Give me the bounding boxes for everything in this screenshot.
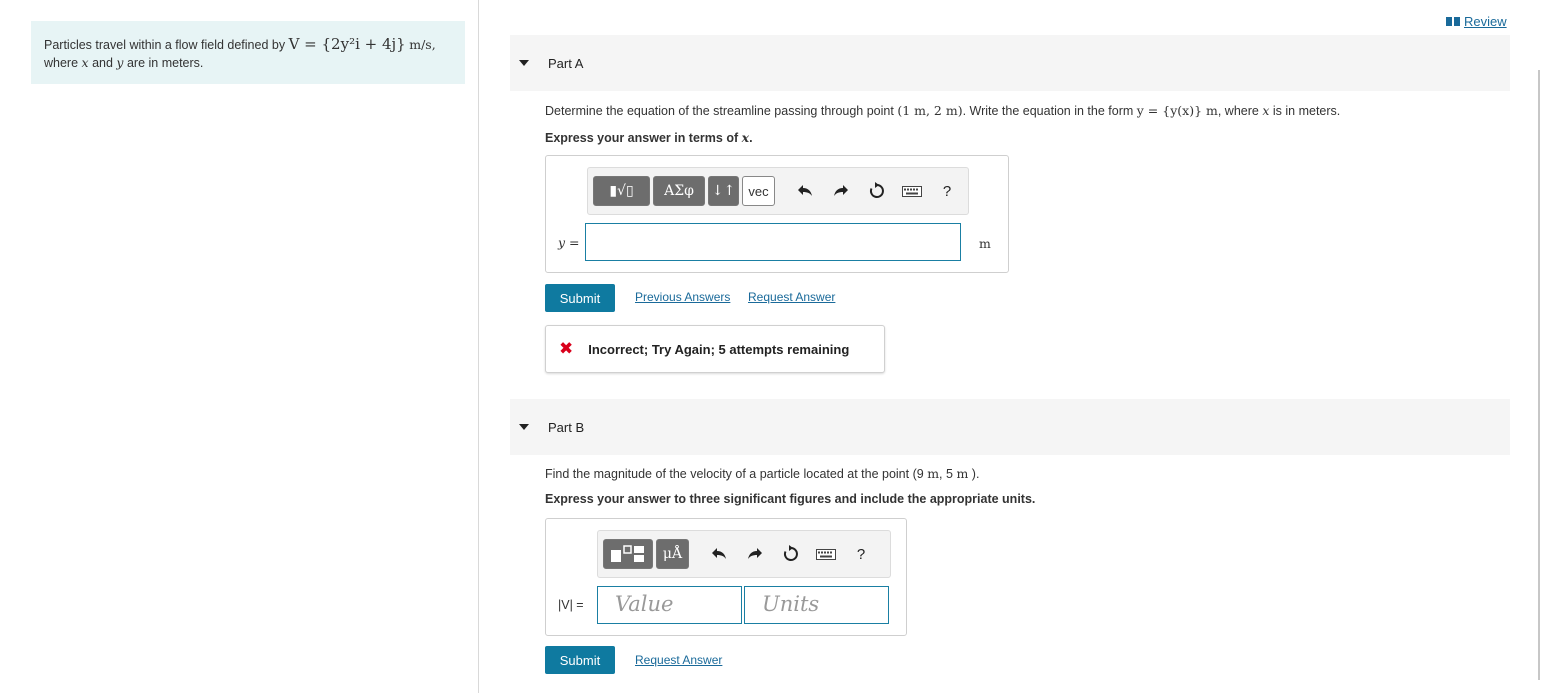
part-a-header[interactable]: Part A xyxy=(510,35,1510,91)
review-link[interactable]: Review xyxy=(1446,14,1507,29)
templates-button[interactable] xyxy=(603,539,653,569)
reset-icon[interactable] xyxy=(864,178,890,204)
panel-divider xyxy=(478,0,479,693)
previous-answers-link[interactable]: Previous Answers xyxy=(635,290,730,304)
part-a-question: Determine the equation of the streamline… xyxy=(545,103,1340,118)
review-label[interactable]: Review xyxy=(1464,14,1507,29)
part-a-instruction-pre: Express your answer in terms of xyxy=(545,131,739,145)
reset-icon[interactable] xyxy=(778,541,804,567)
redo-icon[interactable] xyxy=(742,541,768,567)
part-a-title: Part A xyxy=(548,55,584,71)
part-b-answer-box: μÅ ? |V| = Value Units xyxy=(545,518,907,636)
feedback-text: Incorrect; Try Again; 5 attempts remaini… xyxy=(588,341,850,357)
keyboard-icon[interactable] xyxy=(814,541,838,567)
caret-down-icon[interactable] xyxy=(519,424,529,430)
greek-button[interactable]: ΑΣφ xyxy=(653,176,705,206)
error-x-icon: ✖ xyxy=(559,339,574,359)
part-b-unit-2: m xyxy=(956,466,969,481)
units-placeholder: Units xyxy=(762,592,820,616)
part-b-request-answer-link[interactable]: Request Answer xyxy=(635,653,722,667)
part-b-title: Part B xyxy=(548,419,585,435)
problem-where: where xyxy=(44,56,79,70)
part-a-request-answer-link[interactable]: Request Answer xyxy=(748,290,835,304)
part-a-question-mid: . Write the equation in the form xyxy=(962,104,1134,118)
redo-icon[interactable] xyxy=(828,178,854,204)
part-a-answer-input[interactable] xyxy=(585,223,961,261)
book-icon xyxy=(1446,17,1460,26)
value-placeholder: Value xyxy=(615,592,674,616)
units-input[interactable]: Units xyxy=(744,586,889,624)
problem-var-x: x xyxy=(81,55,89,70)
part-a-instruction-var: x xyxy=(741,130,750,145)
part-b-question: Find the magnitude of the velocity of a … xyxy=(545,466,979,481)
part-a-question-pre: Determine the equation of the streamline… xyxy=(545,104,894,118)
part-b-comma: , 5 xyxy=(939,467,953,481)
part-a-point: (1 m, 2 m) xyxy=(897,103,963,118)
part-a-input-label: y = xyxy=(558,235,580,250)
problem-and: and xyxy=(92,56,113,70)
part-a-unit: m xyxy=(979,236,991,251)
part-b-header[interactable]: Part B xyxy=(510,399,1510,455)
feedback-message: ✖ Incorrect; Try Again; 5 attempts remai… xyxy=(545,325,885,373)
part-b-question-pre: Find the magnitude of the velocity of a … xyxy=(545,467,924,481)
part-b-toolbar: μÅ ? xyxy=(597,530,891,578)
problem-line-2: where x and y are in meters. xyxy=(44,54,452,72)
part-a-submit-button[interactable]: Submit xyxy=(545,284,615,312)
part-a-form: y = {y(x)} m xyxy=(1136,103,1218,118)
part-a-question-end: is in meters. xyxy=(1272,104,1341,118)
help-button[interactable]: ? xyxy=(848,541,874,567)
value-input[interactable]: Value xyxy=(597,586,742,624)
part-a-toolbar: ▮√▯ ΑΣφ ↓↑ vec ? xyxy=(587,167,969,215)
problem-var-y: y xyxy=(116,55,124,70)
problem-prefix: Particles travel within a flow field def… xyxy=(44,38,286,52)
part-a-instruction: Express your answer in terms of x. xyxy=(545,130,753,145)
problem-statement: Particles travel within a flow field def… xyxy=(31,21,465,84)
units-button[interactable]: μÅ xyxy=(656,539,689,569)
vec-button[interactable]: vec xyxy=(742,176,775,206)
part-b-submit-button[interactable]: Submit xyxy=(545,646,615,674)
part-a-answer-box: ▮√▯ ΑΣφ ↓↑ vec ? y = m xyxy=(545,155,1009,273)
keyboard-icon[interactable] xyxy=(900,178,924,204)
part-b-input-label: |V| = xyxy=(558,598,584,612)
problem-unit: m/s, xyxy=(409,37,436,52)
part-b-instruction: Express your answer to three significant… xyxy=(545,492,1036,506)
caret-down-icon[interactable] xyxy=(519,60,529,66)
part-b-close: ). xyxy=(971,467,980,481)
templates-icon xyxy=(611,545,644,562)
problem-line-1: Particles travel within a flow field def… xyxy=(44,35,452,54)
part-a-var-x: x xyxy=(1262,103,1270,118)
part-b-unit-1: m xyxy=(927,466,940,481)
part-a-question-post: , where xyxy=(1217,104,1259,118)
undo-icon[interactable] xyxy=(706,541,732,567)
templates-button[interactable]: ▮√▯ xyxy=(593,176,650,206)
arrows-button[interactable]: ↓↑ xyxy=(708,176,739,206)
scrollbar[interactable] xyxy=(1538,70,1540,680)
part-a-instruction-end: . xyxy=(749,131,753,145)
undo-icon[interactable] xyxy=(792,178,818,204)
help-button[interactable]: ? xyxy=(934,178,960,204)
problem-suffix: are in meters. xyxy=(126,56,204,70)
problem-formula: V = {2y²i + 4j} xyxy=(288,35,406,53)
